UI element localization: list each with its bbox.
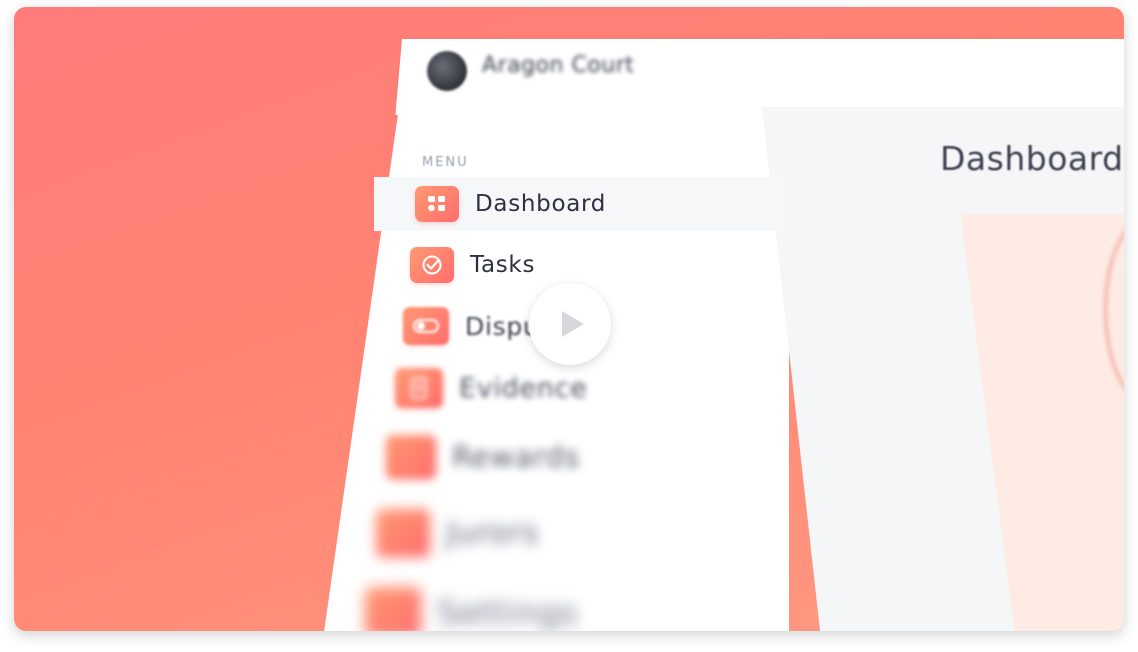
sidebar-item-label: Jurors [446, 515, 539, 551]
play-button[interactable] [529, 283, 611, 365]
play-icon [562, 311, 584, 337]
jurors-icon [376, 509, 430, 557]
sidebar-item-evidence[interactable]: Evidence [395, 368, 587, 408]
sidebar-item-label: Tasks [470, 252, 536, 278]
org-name: Aragon Court [482, 53, 635, 78]
evidence-document-icon [395, 368, 443, 408]
sidebar-item-dashboard[interactable]: Dashboard [415, 186, 606, 222]
settings-icon [365, 587, 421, 631]
sidebar-item-label: Evidence [459, 372, 588, 404]
page-title: Dashboard [940, 139, 1124, 178]
sidebar-item-label: Rewards [452, 440, 581, 474]
sidebar-item-jurors[interactable]: Jurors [376, 509, 539, 557]
disputes-toggle-icon [403, 307, 449, 345]
sidebar-item-rewards[interactable]: Rewards [386, 435, 580, 479]
app-preview: Aragon Court Dashboard MENU Dashboard Ta… [14, 7, 1124, 631]
dashboard-grid-icon [415, 186, 459, 222]
sidebar-item-label: Dashboard [475, 191, 607, 217]
rewards-icon [386, 435, 436, 479]
tasks-check-icon [410, 247, 454, 283]
sidebar-item-label: Settings [437, 592, 578, 632]
menu-section-label: MENU [422, 155, 469, 170]
video-thumbnail-frame: Aragon Court Dashboard MENU Dashboard Ta… [14, 7, 1124, 631]
sidebar-item-settings[interactable]: Settings [365, 587, 578, 631]
org-avatar [427, 51, 467, 91]
sidebar-item-tasks[interactable]: Tasks [410, 247, 535, 283]
